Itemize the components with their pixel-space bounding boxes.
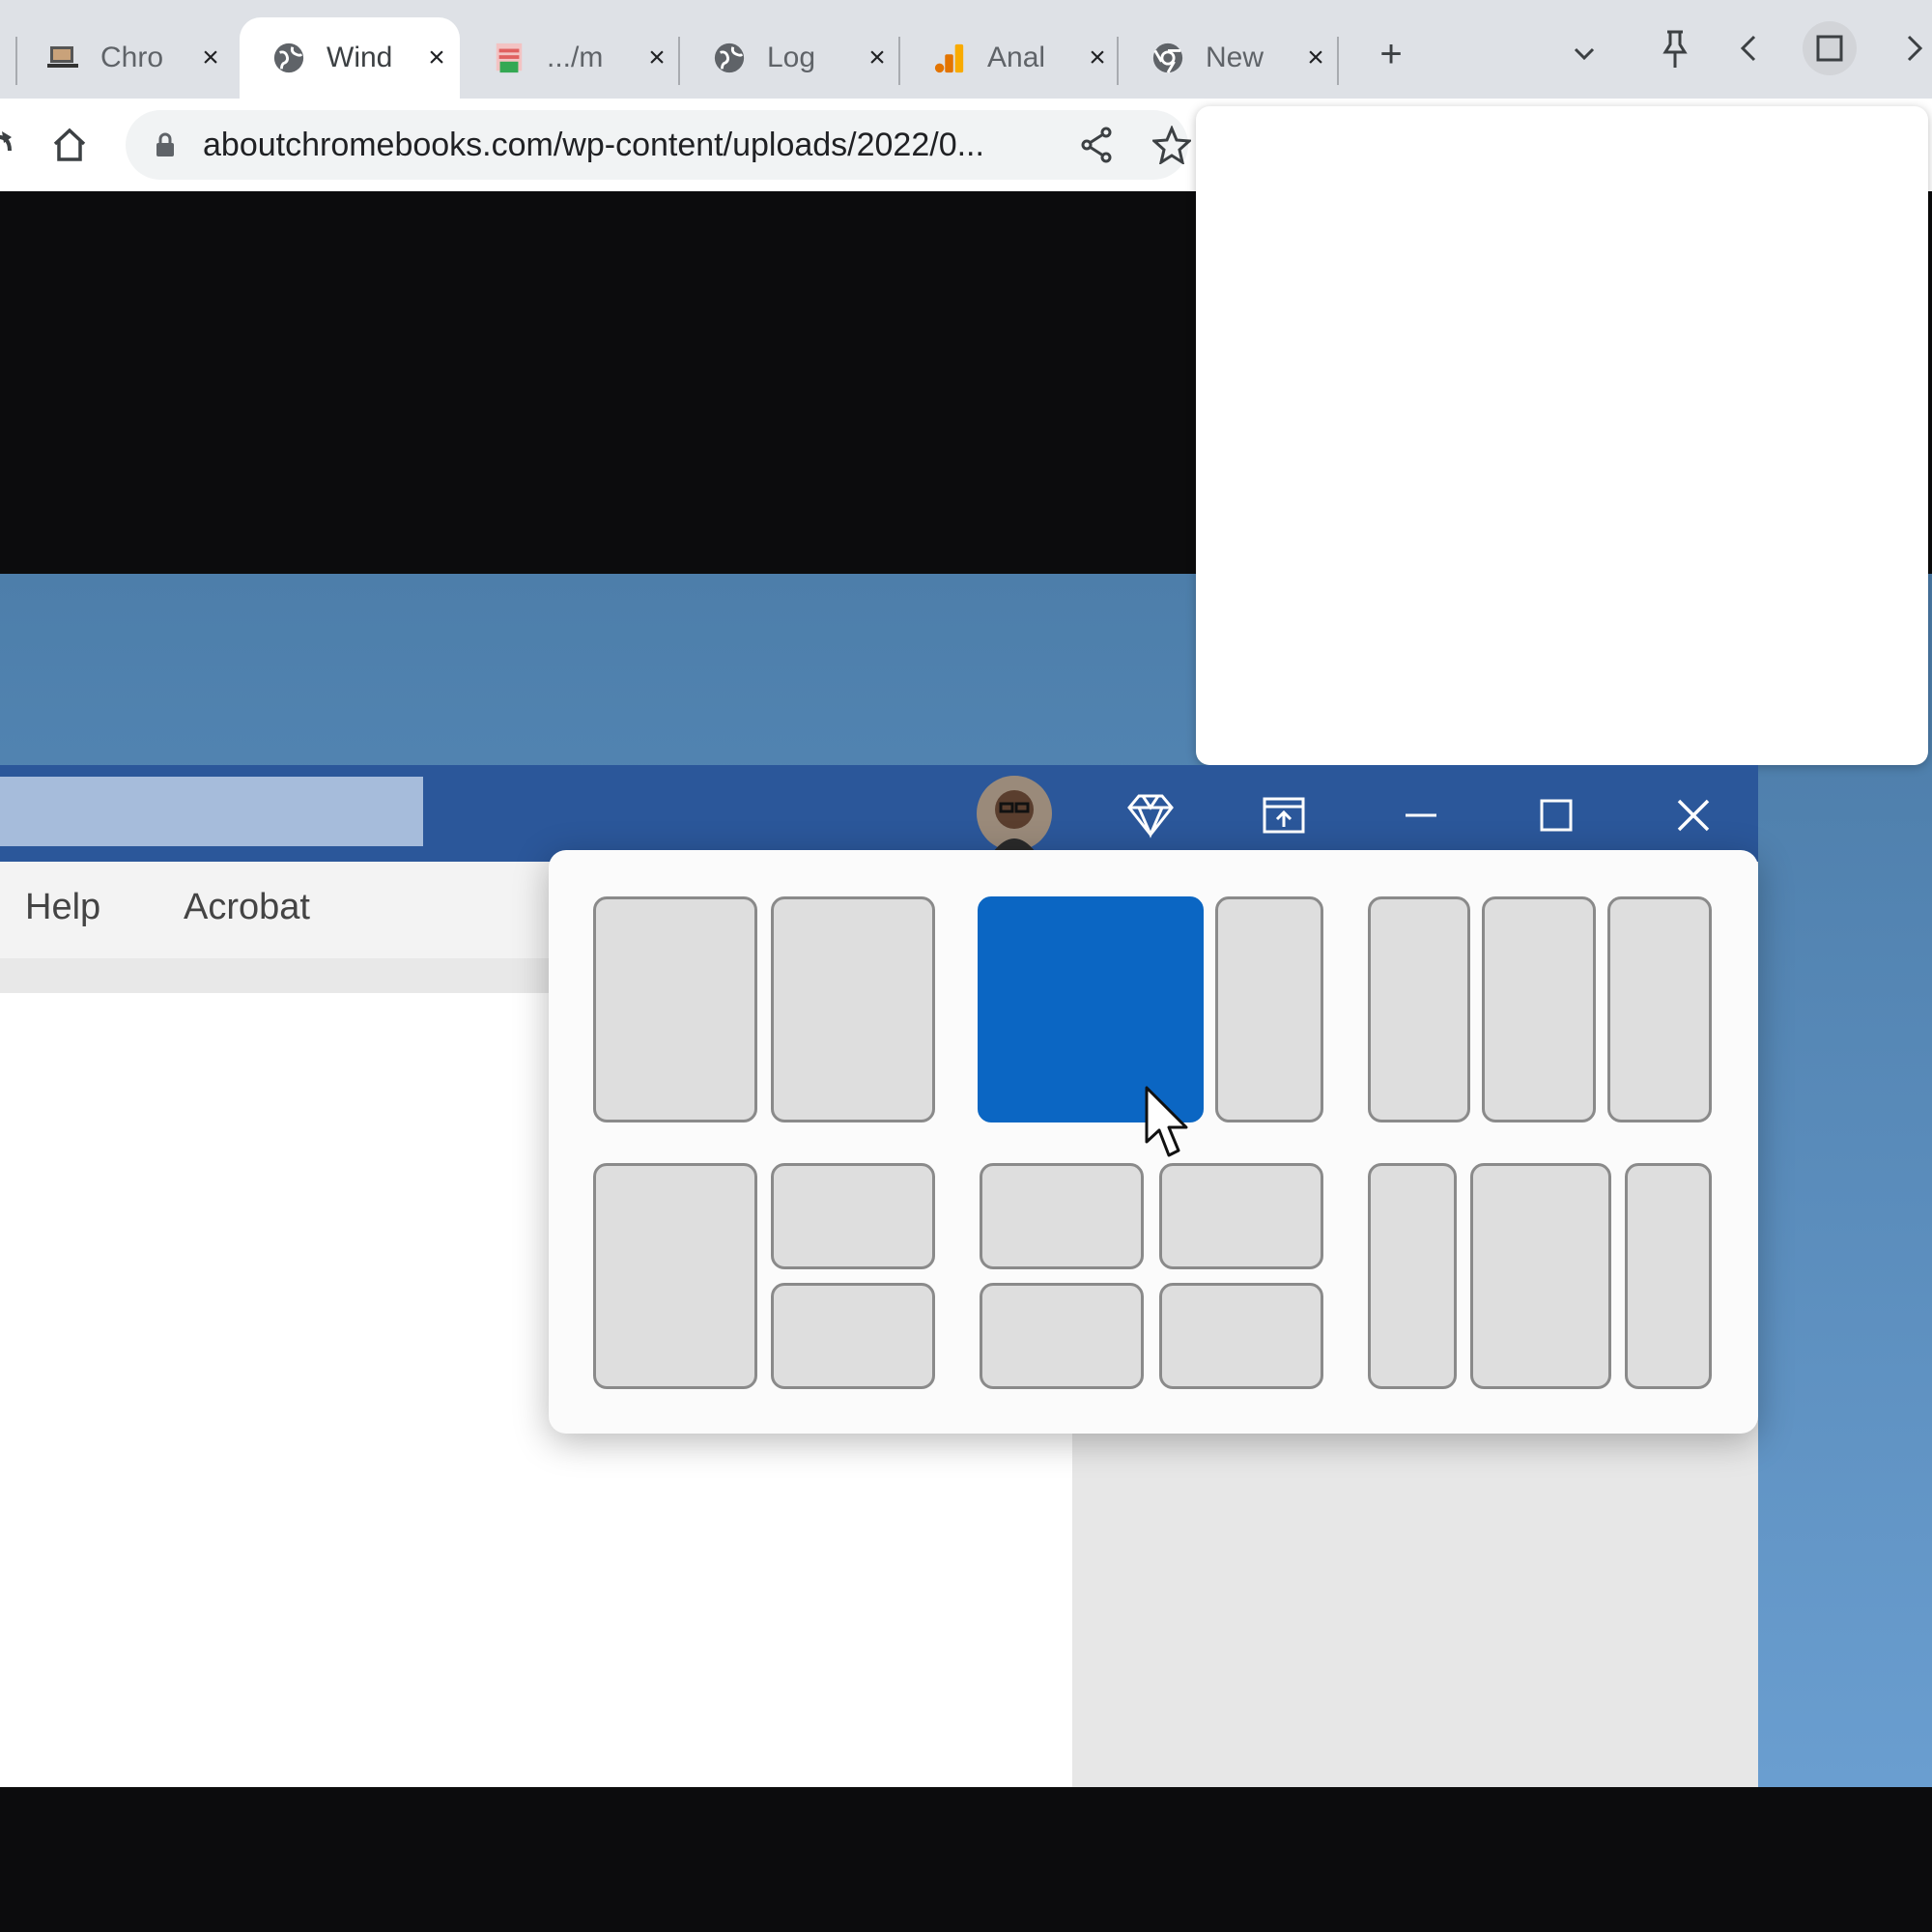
tab-analytics[interactable]: Anal × [900,17,1119,99]
lock-icon[interactable] [151,129,180,160]
mouse-pointer-icon [1145,1086,1188,1157]
snap-zone-layout3-left[interactable] [1368,896,1470,1122]
chevron-right-icon[interactable] [1888,21,1932,75]
snap-zone-layout4-left[interactable] [593,1163,757,1389]
globe-icon [272,42,305,74]
snap-zone-layout2-right[interactable] [1215,896,1323,1122]
url-text: aboutchromebooks.com/wp-content/uploads/… [203,127,984,163]
snap-zone-layout3-right[interactable] [1607,896,1712,1122]
sheets-favicon-icon [493,42,526,74]
tab-title: New [1206,42,1264,73]
chevron-left-icon[interactable] [1721,21,1776,75]
close-tab-icon[interactable]: × [193,42,228,74]
close-tab-icon[interactable]: × [419,42,454,74]
tab-strip: Chro × Wind × .../m × Log × Anal × New ×… [0,0,1932,99]
snap-zone-layout5-bottom-right[interactable] [1159,1283,1323,1389]
tab-title: .../m [547,42,604,73]
avatar[interactable] [976,775,1053,852]
web-page-content [0,191,1198,574]
share-icon[interactable] [1072,118,1121,172]
diamond-icon[interactable] [1117,784,1184,846]
maximize-icon[interactable] [1803,21,1857,75]
close-tab-icon[interactable]: × [860,42,895,74]
snap-zone-layout4-bottom-right[interactable] [771,1283,935,1389]
snap-zone-layout5-top-left[interactable] [980,1163,1144,1269]
menu-acrobat[interactable]: Acrobat [184,887,310,928]
close-tab-icon[interactable]: × [1080,42,1115,74]
reload-icon[interactable] [0,122,15,168]
taskbar-area [0,1787,1932,1932]
snap-zone-layout6-middle[interactable] [1470,1163,1611,1389]
globe-icon [713,42,746,74]
minimize-icon[interactable] [1387,784,1455,846]
maximize-window-icon[interactable] [1522,784,1590,846]
snap-zone-layout6-right[interactable] [1625,1163,1712,1389]
tab-title: Anal [987,42,1046,73]
tab-title: Wind [327,42,393,73]
ribbon-display-icon[interactable] [1250,784,1318,846]
tab-log[interactable]: Log × [680,17,898,99]
menu-help[interactable]: Help [25,887,100,928]
snap-zone-layout4-top-right[interactable] [771,1163,935,1269]
tab-title: Chro [100,42,164,73]
bookmark-star-icon[interactable] [1150,118,1194,172]
tab-chromebook[interactable]: Chro × [14,17,242,99]
tab-search-icon[interactable] [1557,27,1611,81]
home-icon[interactable] [44,120,95,170]
close-tab-icon[interactable]: × [1298,42,1333,74]
new-tab-button[interactable]: + [1364,27,1418,81]
snap-zone-layout3-middle[interactable] [1482,896,1596,1122]
close-tab-icon[interactable]: × [639,42,674,74]
word-title-bar [0,765,1758,862]
tab-sheets[interactable]: .../m × [460,17,678,99]
tab-separator [1337,37,1339,85]
snap-zone-layout5-top-right[interactable] [1159,1163,1323,1269]
title-search-box[interactable] [0,777,423,846]
snap-zone-layout5-bottom-left[interactable] [980,1283,1144,1389]
snap-zone-layout1-right[interactable] [771,896,935,1122]
tab-new-tab[interactable]: New × [1119,17,1337,99]
chromebook-favicon-icon [46,42,79,74]
snap-zone-layout6-left[interactable] [1368,1163,1457,1389]
close-window-icon[interactable] [1660,784,1727,846]
browser-popup-panel [1196,106,1928,765]
analytics-favicon-icon [933,42,966,74]
tab-title: Log [767,42,816,73]
chrome-icon [1151,42,1184,74]
pin-icon[interactable] [1648,23,1702,77]
address-bar[interactable]: aboutchromebooks.com/wp-content/uploads/… [126,110,1188,180]
tab-windows[interactable]: Wind × [240,17,460,99]
snap-zone-layout1-left[interactable] [593,896,757,1122]
